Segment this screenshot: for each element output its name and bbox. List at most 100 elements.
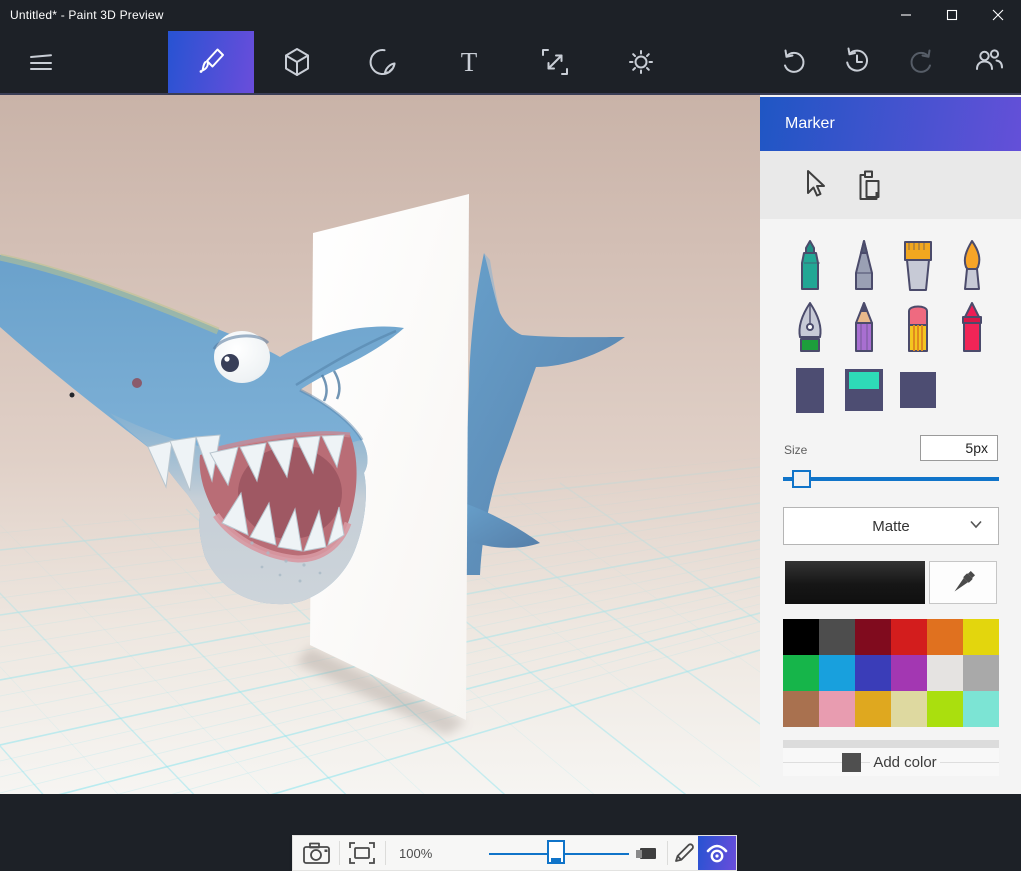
swatch-tool-2-icon [844,367,884,413]
menu-button[interactable] [20,42,62,84]
zoom-percentage: 100% [399,846,432,861]
palette-swatch[interactable] [927,655,963,691]
tab-canvas[interactable] [512,31,598,93]
top-toolbar: T [0,30,1021,95]
palette-swatch[interactable] [963,691,999,727]
tool-swatch-1[interactable] [783,359,837,421]
swatch-tool-3-icon [899,370,937,410]
add-color-button[interactable]: Add color [783,748,999,776]
history-button[interactable] [836,40,878,82]
minimize-button[interactable] [883,0,929,30]
finish-value: Matte [872,518,910,535]
palette-swatch[interactable] [927,619,963,655]
paste-clipboard-icon [852,167,884,203]
tool-swatch-2[interactable] [837,359,891,421]
undo-button[interactable] [772,40,814,82]
zoom-thumb-mark [551,858,561,862]
size-input[interactable] [920,435,998,461]
palette-swatch[interactable] [891,655,927,691]
tool-pixel-pen[interactable] [837,235,891,297]
tool-swatch-3[interactable] [891,359,945,421]
finish-dropdown[interactable]: Matte [783,507,999,545]
panel-sub-toolbar [760,151,1021,219]
palette-swatch[interactable] [927,691,963,727]
crayon-icon [958,301,986,355]
3d-shapes-cube-icon [277,42,317,82]
tool-pencil[interactable] [837,297,891,359]
tool-eraser[interactable] [891,297,945,359]
2d-edit-button[interactable] [669,836,699,870]
palette-swatch[interactable] [891,619,927,655]
minimize-icon [900,9,912,21]
palette-swatch[interactable] [963,619,999,655]
people-button[interactable] [968,40,1010,82]
palette-swatch[interactable] [783,619,819,655]
tab-text[interactable]: T [426,31,512,93]
maximize-icon [946,9,958,21]
paste-button[interactable] [850,167,886,203]
3d-viewport[interactable]: 100% [0,95,760,794]
palette-swatch[interactable] [855,619,891,655]
panel-title: Marker [785,115,835,133]
palette-swatch[interactable] [855,655,891,691]
palette-swatch[interactable] [783,655,819,691]
tool-flat-brush[interactable] [891,235,945,297]
screenshot-button[interactable] [297,836,337,870]
tool-crayon[interactable] [945,297,999,359]
palette-swatch[interactable] [819,655,855,691]
canvas-expand-icon [535,42,575,82]
divider [385,841,386,865]
mixed-reality-button[interactable] [633,836,663,870]
3d-view-eye-icon [703,840,731,866]
scene-graphic [0,95,760,794]
current-color-swatch[interactable] [785,561,925,604]
window-title: Untitled* - Paint 3D Preview [10,8,164,22]
palette-overflow-strip [783,740,999,748]
select-button[interactable] [796,167,832,203]
brush-tool-grid [783,235,999,421]
people-icon [969,41,1009,81]
close-button[interactable] [975,0,1021,30]
swatch-tool-1-icon [795,365,825,415]
marker-icon [795,239,825,293]
tab-stickers[interactable] [340,31,426,93]
palette-swatch[interactable] [819,691,855,727]
redo-button[interactable] [901,40,943,82]
pencil-icon [850,301,878,355]
eyedropper-button[interactable] [929,561,997,604]
tool-oil-brush[interactable] [945,235,999,297]
palette-swatch[interactable] [819,619,855,655]
fit-frame-icon [347,840,377,866]
oil-brush-icon [959,239,985,293]
eraser-icon [903,301,933,355]
maximize-button[interactable] [929,0,975,30]
tab-3d-shapes[interactable] [254,31,340,93]
size-slider-thumb[interactable] [792,470,811,488]
palette-swatch[interactable] [783,691,819,727]
effects-sun-icon [621,42,661,82]
3d-view-button[interactable] [698,836,736,870]
zoom-slider-thumb[interactable] [547,840,565,864]
select-cursor-icon [798,167,830,203]
tool-marker[interactable] [783,235,837,297]
camera-icon [301,840,333,866]
color-palette [783,619,999,727]
close-icon [992,9,1004,21]
size-slider[interactable] [783,477,999,481]
tool-calligraphy-pen[interactable] [783,297,837,359]
divider [667,841,668,865]
size-label: Size [784,443,807,457]
hamburger-icon [24,46,58,80]
title-bar: Untitled* - Paint 3D Preview [0,0,1021,30]
redo-icon [902,41,942,81]
calligraphy-pen-icon [794,301,826,355]
mixed-reality-icon-part [636,850,642,858]
tab-effects[interactable] [598,31,684,93]
tab-brushes[interactable] [168,31,254,93]
palette-swatch[interactable] [891,691,927,727]
panel-header: Marker [760,97,1021,151]
palette-swatch[interactable] [855,691,891,727]
flat-brush-icon [901,239,935,293]
zoom-fit-button[interactable] [341,836,383,870]
palette-swatch[interactable] [963,655,999,691]
